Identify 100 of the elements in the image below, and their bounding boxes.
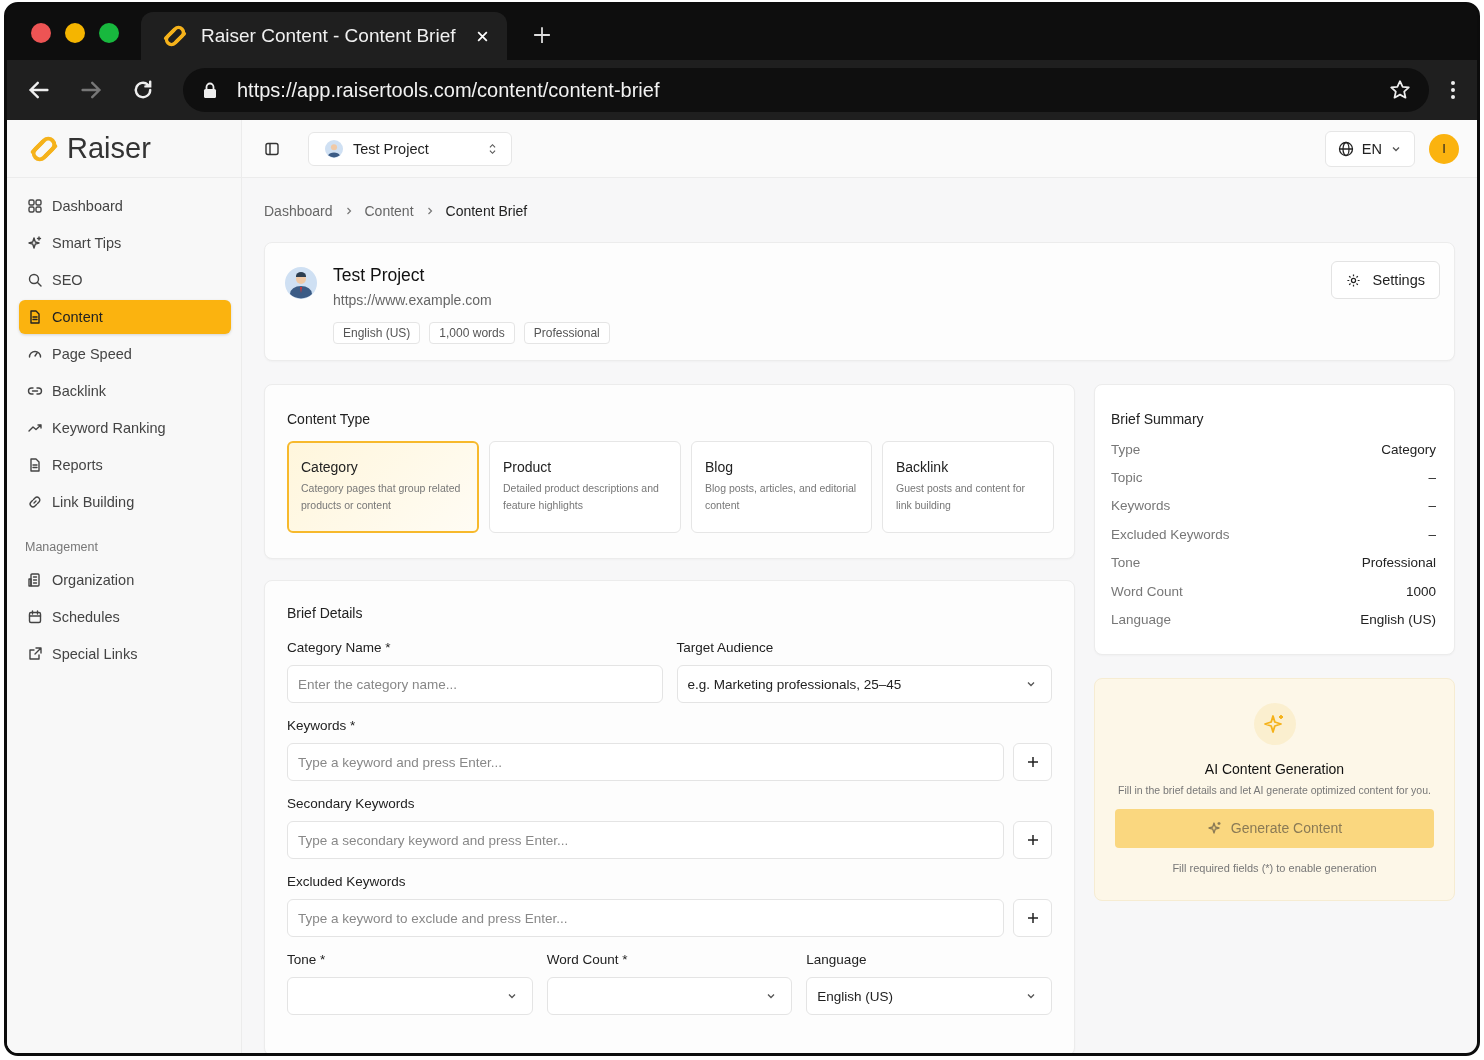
field-label: Excluded Keywords [287,874,407,889]
card-title: Content Type [287,411,372,427]
content-type-option[interactable]: Product Detailed product descriptions and feature highlights [489,441,681,533]
field-label: Secondary Keywords [287,796,416,811]
chevron-right-icon [425,206,434,216]
plus-icon [1026,756,1039,768]
content-type-option[interactable]: Backlink Guest posts and content for link building [882,441,1054,533]
plus-icon [1026,912,1039,924]
browser-tab[interactable]: Raiser Content - Content Brief [141,12,507,60]
language-selector[interactable]: EN [1324,130,1415,167]
nav-item[interactable]: Organization [19,563,231,597]
sidebar-toggle-icon[interactable] [264,140,280,157]
settings-button[interactable]: Settings [1330,261,1440,299]
plus-icon [1026,834,1039,846]
add-button[interactable] [1013,743,1052,781]
avatar-icon [325,139,343,158]
minimize-window-button[interactable] [65,22,85,43]
summary-label: Language [1111,612,1172,628]
nav-item[interactable]: SEO [19,263,231,297]
star-icon[interactable] [1389,79,1411,101]
summary-label: Excluded Keywords [1111,526,1230,542]
nav-item[interactable]: Schedules [19,600,231,634]
project-selector[interactable]: Test Project [308,131,512,166]
select-field[interactable] [287,977,533,1015]
content-type-option[interactable]: Blog Blog posts, articles, and editorial content [691,441,872,533]
option-description: Detailed product descriptions and feature highlights [503,481,660,513]
project-url: https://www.example.com [333,292,493,308]
nav-item[interactable]: Content [19,300,231,334]
document-icon [27,309,43,325]
summary-value: – [1428,526,1436,542]
nav-item[interactable]: Backlink [19,374,231,408]
select-field[interactable] [546,977,793,1015]
summary-value: Category [1381,441,1436,457]
maximize-window-button[interactable] [99,22,119,43]
option-title: Blog [705,459,735,475]
breadcrumb-link[interactable]: Content Brief [445,203,528,219]
globe-icon [1337,140,1354,157]
nav-item[interactable]: Special Links [19,637,231,671]
address-bar[interactable]: https://app.raisertools.com/content/content-brief [183,68,1429,112]
card-title: Brief Summary [1111,411,1205,427]
add-button[interactable] [1013,821,1052,859]
project-name: Test Project [333,265,426,286]
field-label: Tone * [287,952,327,967]
nav-item[interactable]: Page Speed [19,337,231,371]
menu-icon[interactable] [1451,80,1455,100]
avatar-icon [285,267,317,299]
nav-item[interactable]: Dashboard [19,189,231,223]
summary-label: Topic [1111,470,1143,486]
option-title: Product [503,459,553,475]
section-heading: Management [24,539,99,556]
close-icon[interactable] [476,29,489,43]
sort-icon [488,142,497,155]
input-field[interactable]: Type a keyword and press Enter... [287,743,1004,781]
grid-icon [27,198,43,214]
sparkle-icon [27,235,43,251]
settings-icon [1345,272,1361,288]
report-icon [27,457,43,473]
summary-label: Tone [1111,555,1141,571]
breadcrumb-link[interactable]: Content [364,203,414,219]
select-field[interactable]: e.g. Marketing professionals, 25–45 [676,665,1052,703]
content-type-option[interactable]: Category Category pages that group related products or content [287,441,479,533]
field-label: Category Name * [287,640,392,655]
option-title: Backlink [896,459,950,475]
close-window-button[interactable] [31,22,51,43]
summary-label: Type [1111,441,1141,457]
field-label: Language [806,952,868,967]
input-field[interactable]: Type a keyword to exclude and press Enter... [287,899,1004,937]
breadcrumb-link[interactable]: Dashboard [264,203,333,219]
select-field[interactable]: English (US) [806,977,1052,1015]
nav-item[interactable]: Reports [19,448,231,482]
tag: English (US) [333,322,421,344]
link-icon [27,494,43,510]
field-label: Target Audience [676,640,775,655]
new-tab-icon[interactable] [533,26,551,44]
logo-text: Raiser [67,132,151,165]
nav-item[interactable]: Link Building [19,485,231,519]
tag: Professional [523,322,610,344]
chevron-right-icon [344,206,353,216]
option-description: Guest posts and content for link building [896,481,1026,513]
option-title: Category [301,459,359,475]
field-label: Keywords * [287,718,357,733]
ai-title: AI Content Generation [1204,760,1345,777]
input-field[interactable]: Enter the category name... [287,665,663,703]
input-field[interactable]: Type a secondary keyword and press Enter... [287,821,1004,859]
ai-description: Fill in the brief details and let AI generate optimized content for you. [1118,783,1431,796]
hint-text: Fill required fields (*) to enable generation [1172,861,1377,874]
summary-value: 1000 [1405,583,1436,599]
option-description: Category pages that group related products or content [301,481,462,513]
summary-value: Professional [1361,555,1436,571]
add-button[interactable] [1013,899,1052,937]
calendar-icon [27,609,43,625]
nav-item[interactable]: Smart Tips [19,226,231,260]
summary-value: – [1428,470,1436,486]
tag: 1,000 words [429,322,515,344]
nav-item[interactable]: Keyword Ranking [19,411,231,445]
option-description: Blog posts, articles, and editorial content [705,481,858,513]
field-label: Word Count * [546,952,629,967]
summary-value: English (US) [1360,612,1436,628]
building-icon [27,572,43,588]
user-avatar[interactable]: I [1429,133,1459,164]
